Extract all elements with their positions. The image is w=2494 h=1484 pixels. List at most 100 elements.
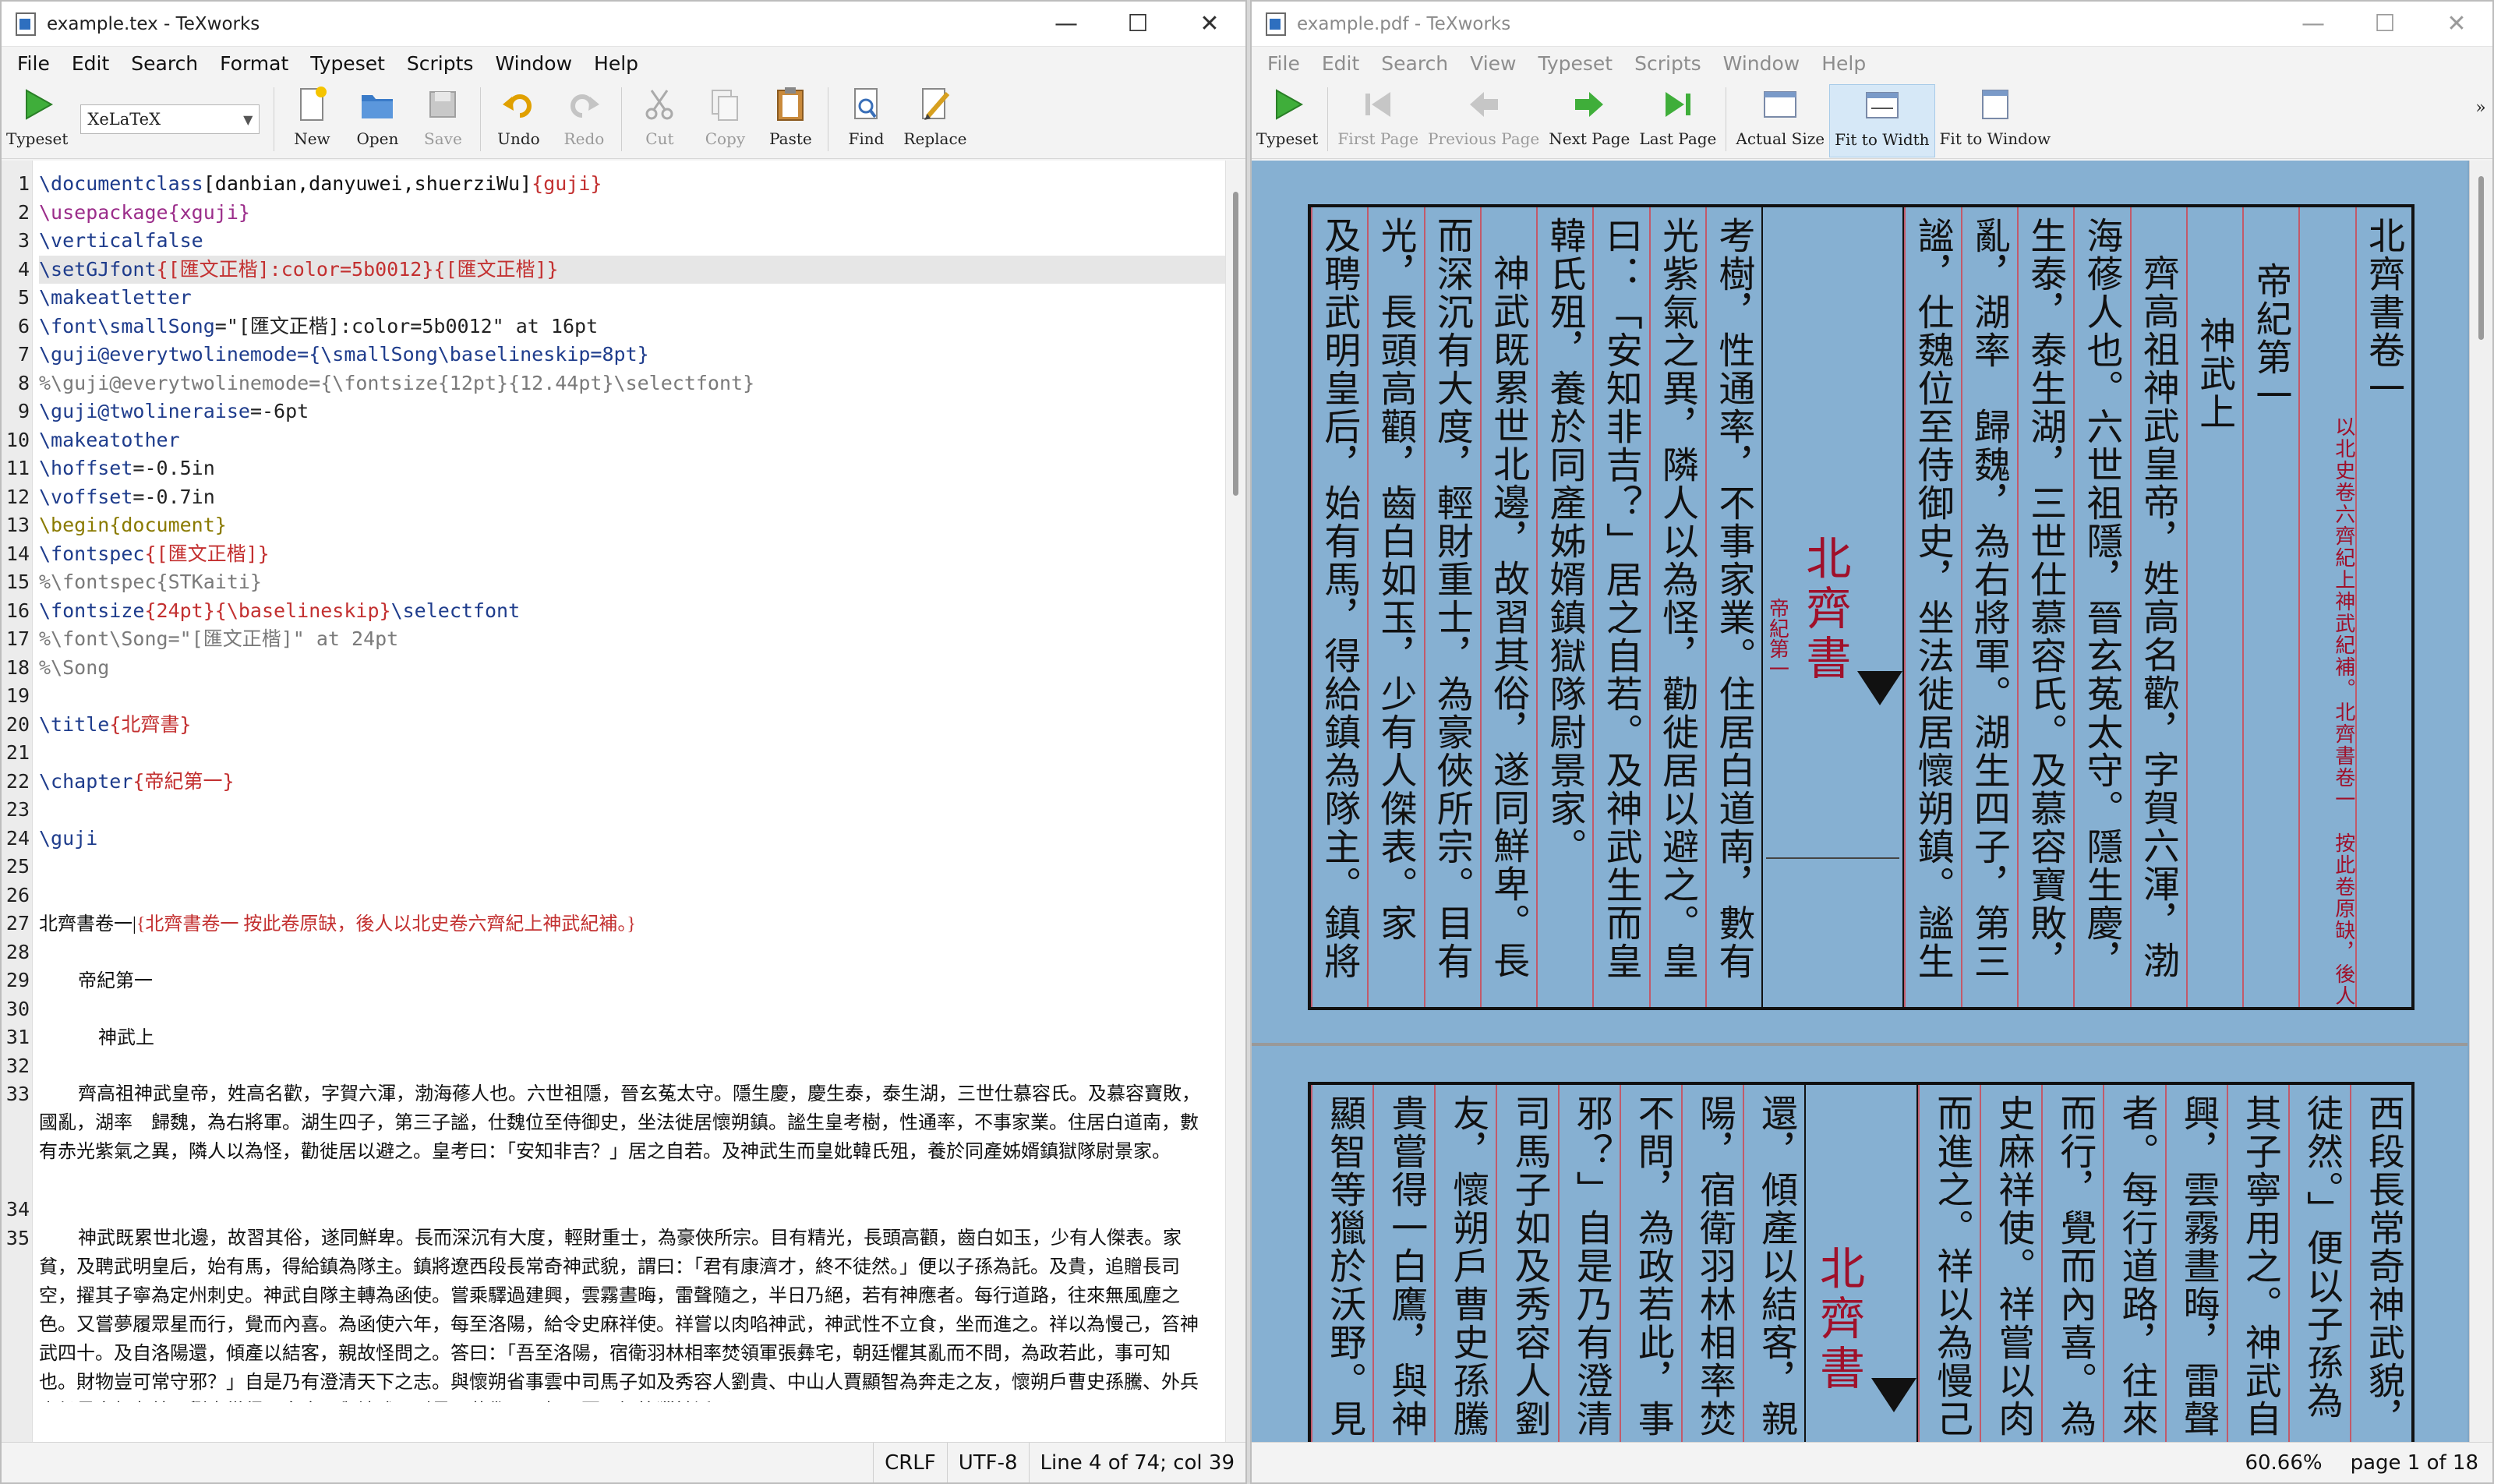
text-column: 生泰，泰生湖，三世仕慕容氏。及慕容寶敗，國 [2016,207,2073,1007]
menu-typeset[interactable]: Typeset [299,52,396,75]
line-number: 28 [5,940,30,963]
menu-scripts[interactable]: Scripts [396,52,485,75]
line-number: 6 [17,314,30,337]
code-line: %\fontspec{STKaiti} [39,571,262,593]
line-number: 2 [17,200,30,224]
scrollbar-thumb[interactable] [1233,192,1238,496]
fishtail-mark [1857,671,1903,705]
first-page-button[interactable]: First Page [1333,84,1423,157]
code-line: \makeatother [39,428,180,451]
fit-to-width-button[interactable]: Fit to Width [1829,84,1935,157]
menu-typeset[interactable]: Typeset [1527,52,1623,75]
find-button[interactable]: Find [833,84,899,157]
last-page-icon [1658,84,1698,125]
menu-file[interactable]: File [6,52,61,75]
maximize-icon[interactable]: ☐ [2349,2,2421,47]
pdf-viewer[interactable]: 北齊書卷一 北齊書卷一 按此卷原缺，後人 以北史卷六齊紀上神武紀補。 帝紀第一 … [1252,161,2492,1442]
editor-statusbar: CRLF UTF-8 Line 4 of 74; col 39 [2,1442,1245,1482]
new-button[interactable]: New [279,84,344,157]
page-number-status[interactable]: page 1 of 18 [2337,1451,2492,1475]
texworks-app-icon [1266,12,1286,36]
previous-page-button[interactable]: Previous Page [1423,84,1544,157]
menu-help[interactable]: Help [1810,52,1877,75]
editor-body: 1 2 3 4 5 6 7 8 9 10 11 12 13 14 15 16 1… [2,161,1245,1442]
code-line: %\Song [39,655,110,679]
fit-to-window-button[interactable]: Fit to Window [1935,84,2056,157]
line-number: 11 [5,457,30,479]
menu-window[interactable]: Window [484,52,583,75]
pdf-scrollbar[interactable] [2469,161,2492,1442]
zoom-level-status[interactable]: 60.66% [2231,1451,2336,1475]
minimize-icon[interactable]: — [2277,2,2349,47]
menu-file[interactable]: File [1256,52,1311,75]
editor-window-title: example.tex - TeXworks [47,13,260,34]
line-number: 30 [5,997,30,1020]
editor-scrollbar[interactable] [1225,161,1245,1442]
scrollbar-thumb[interactable] [2478,176,2484,340]
text-column: 者。每行道路，往來 [2103,1085,2164,1442]
menu-search[interactable]: Search [1370,52,1459,75]
text-columns: 北齊書卷一 北齊書卷一 按此卷原缺，後人 以北史卷六齊紀上神武紀補。 帝紀第一 … [1310,207,2411,1007]
menu-scripts[interactable]: Scripts [1623,52,1712,75]
line-ending-status[interactable]: CRLF [873,1442,947,1482]
replace-button[interactable]: Replace [899,84,971,157]
engine-select[interactable]: XeLaTeX ▼ [80,104,260,134]
undo-button[interactable]: Undo [486,84,551,157]
line-number: 21 [5,741,30,764]
current-code-line: \setGJfont{[匯文正楷]:color=5b0012}{[匯文正楷]} [39,255,1225,284]
line-number: 17 [5,627,30,650]
save-button[interactable]: Save [410,84,475,157]
paste-button[interactable]: Paste [758,84,823,157]
redo-button[interactable]: Redo [551,84,616,157]
encoding-status[interactable]: UTF-8 [946,1442,1029,1482]
cursor-position-status[interactable]: Line 4 of 74; col 39 [1028,1442,1245,1482]
actual-size-button[interactable]: Actual Size [1731,84,1829,157]
pdf-window-title: example.pdf - TeXworks [1297,13,1511,34]
typeset-button[interactable]: Typeset [2,84,72,157]
line-number: 8 [17,371,30,394]
text-column: 帝紀第一 [2242,207,2298,1007]
text-column: 而深沉有大度，輕財重士，為豪俠所宗。目有精 [1423,207,1480,1007]
menu-edit[interactable]: Edit [1311,52,1370,75]
code-line: 神武既累世北邊，故習其俗，遂同鮮卑。長而深沉有大度，輕財重士，為豪俠所宗。目有精… [39,1228,1199,1402]
line-number: 12 [5,485,30,508]
text-column: 謐，仕魏位至侍御史，坐法徙居懷朔鎮。謐生皇 [1904,207,1960,1007]
close-icon[interactable]: ✕ [2421,2,2492,47]
last-page-button[interactable]: Last Page [1634,84,1721,157]
code-line: \fontsize{24pt}{\baselineskip}\selectfon… [39,599,521,622]
pdf-typeset-button[interactable]: Typeset [1252,84,1323,157]
maximize-icon[interactable]: ☐ [1102,2,1174,47]
code-line: %\guji@everytwolinemode={\fontsize{12pt}… [39,371,755,394]
text-column: 曰：「安知非吉？」居之自若。及神武生而皇妣 [1592,207,1648,1007]
menu-help[interactable]: Help [583,52,649,75]
line-number: 20 [5,712,30,736]
menu-search[interactable]: Search [120,52,209,75]
menu-format[interactable]: Format [209,52,299,75]
fit-window-icon [1975,84,2015,125]
menu-edit[interactable]: Edit [61,52,120,75]
first-page-icon [1358,84,1398,125]
code-editor[interactable]: \documentclass[danbian,danyuwei,shuerziW… [33,161,1225,1442]
code-line: \guji@twolineraise=-6pt [39,400,309,422]
menu-window[interactable]: Window [1712,52,1811,75]
next-page-button[interactable]: Next Page [1544,84,1634,157]
banxin-center-strip: 北齊書 帝紀第一 [1761,207,1905,1007]
folder-icon [357,84,397,125]
text-column: 光紫氣之異，隣人以為怪，勸徙居以避之。皇考 [1648,207,1705,1007]
code-line: \guji [39,826,98,850]
open-button[interactable]: Open [344,84,410,157]
toolbar-overflow-button[interactable]: » [2469,84,2492,157]
cut-button[interactable]: Cut [627,84,692,157]
text-column: 神武既累世北邊，故習其俗，遂同鮮卑。長 [1479,207,1536,1007]
minimize-icon[interactable]: — [1030,2,1102,47]
text-column: 司馬子如及秀容人劉 [1496,1085,1557,1442]
copy-button[interactable]: Copy [692,84,758,157]
text-column: 不問，為政若此，事 [1619,1085,1681,1442]
code-line: \hoffset=-0.5in [39,457,215,479]
line-number: 4 [17,257,30,281]
close-icon[interactable]: ✕ [1174,2,1245,47]
menu-view[interactable]: View [1459,52,1527,75]
